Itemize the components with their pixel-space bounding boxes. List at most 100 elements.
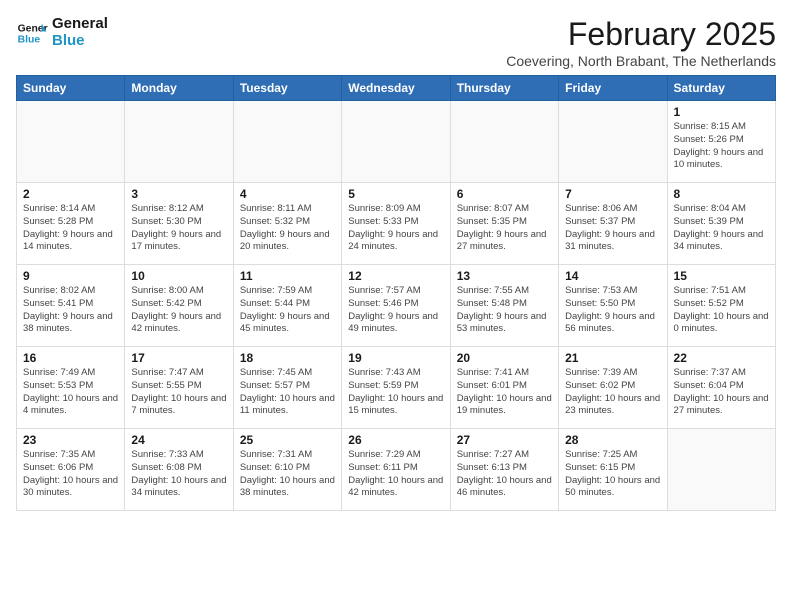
- day-info: Sunrise: 7:47 AM Sunset: 5:55 PM Dayligh…: [131, 367, 226, 418]
- day-cell: 4 Sunrise: 8:11 AM Sunset: 5:32 PM Daylig…: [233, 183, 341, 265]
- day-cell: 7Sunrise: 8:06 AM Sunset: 5:37 PM Daylig…: [559, 183, 667, 265]
- logo-line1: General: [52, 16, 108, 33]
- week-row-4: 16 Sunrise: 7:49 AM Sunset: 5:53 PM Dayli…: [17, 347, 776, 429]
- day-info: Sunrise: 7:37 AM Sunset: 6:04 PM Dayligh…: [674, 367, 769, 418]
- day-cell: [667, 429, 775, 511]
- day-info: Sunrise: 7:49 AM Sunset: 5:53 PM Dayligh…: [23, 367, 118, 418]
- day-info: Sunrise: 8:06 AM Sunset: 5:37 PM Dayligh…: [565, 203, 660, 254]
- day-cell: [342, 101, 450, 183]
- weekday-header-wednesday: Wednesday: [342, 76, 450, 101]
- weekday-header-tuesday: Tuesday: [233, 76, 341, 101]
- day-cell: 15Sunrise: 7:51 AM Sunset: 5:52 PM Dayli…: [667, 265, 775, 347]
- day-cell: 25 Sunrise: 7:31 AM Sunset: 6:10 PM Dayli…: [233, 429, 341, 511]
- day-info: Sunrise: 7:31 AM Sunset: 6:10 PM Dayligh…: [240, 449, 335, 500]
- day-cell: 20Sunrise: 7:41 AM Sunset: 6:01 PM Dayli…: [450, 347, 558, 429]
- day-number: 17: [131, 351, 226, 365]
- day-cell: 5 Sunrise: 8:09 AM Sunset: 5:33 PM Daylig…: [342, 183, 450, 265]
- day-info: Sunrise: 7:29 AM Sunset: 6:11 PM Dayligh…: [348, 449, 443, 500]
- day-info: Sunrise: 8:11 AM Sunset: 5:32 PM Dayligh…: [240, 203, 335, 254]
- day-info: Sunrise: 7:53 AM Sunset: 5:50 PM Dayligh…: [565, 285, 660, 336]
- day-info: Sunrise: 8:04 AM Sunset: 5:39 PM Dayligh…: [674, 203, 769, 254]
- day-cell: [233, 101, 341, 183]
- day-info: Sunrise: 7:45 AM Sunset: 5:57 PM Dayligh…: [240, 367, 335, 418]
- day-cell: 6Sunrise: 8:07 AM Sunset: 5:35 PM Daylig…: [450, 183, 558, 265]
- day-info: Sunrise: 8:12 AM Sunset: 5:30 PM Dayligh…: [131, 203, 226, 254]
- day-cell: [17, 101, 125, 183]
- day-cell: 23 Sunrise: 7:35 AM Sunset: 6:06 PM Dayli…: [17, 429, 125, 511]
- day-cell: 17 Sunrise: 7:47 AM Sunset: 5:55 PM Dayli…: [125, 347, 233, 429]
- day-cell: 2Sunrise: 8:14 AM Sunset: 5:28 PM Daylig…: [17, 183, 125, 265]
- day-cell: 28 Sunrise: 7:25 AM Sunset: 6:15 PM Dayli…: [559, 429, 667, 511]
- day-number: 22: [674, 351, 769, 365]
- day-cell: 27Sunrise: 7:27 AM Sunset: 6:13 PM Dayli…: [450, 429, 558, 511]
- weekday-header-sunday: Sunday: [17, 76, 125, 101]
- day-number: 28: [565, 433, 660, 447]
- svg-text:Blue: Blue: [18, 34, 41, 45]
- day-number: 4: [240, 187, 335, 201]
- weekday-header-thursday: Thursday: [450, 76, 558, 101]
- day-info: Sunrise: 8:00 AM Sunset: 5:42 PM Dayligh…: [131, 285, 226, 336]
- day-number: 3: [131, 187, 226, 201]
- day-number: 11: [240, 269, 335, 283]
- day-cell: 11 Sunrise: 7:59 AM Sunset: 5:44 PM Dayli…: [233, 265, 341, 347]
- day-info: Sunrise: 7:57 AM Sunset: 5:46 PM Dayligh…: [348, 285, 443, 336]
- day-cell: 13Sunrise: 7:55 AM Sunset: 5:48 PM Dayli…: [450, 265, 558, 347]
- page-subtitle: Coevering, North Brabant, The Netherland…: [506, 53, 776, 69]
- weekday-header-friday: Friday: [559, 76, 667, 101]
- day-info: Sunrise: 7:25 AM Sunset: 6:15 PM Dayligh…: [565, 449, 660, 500]
- day-number: 12: [348, 269, 443, 283]
- day-cell: [559, 101, 667, 183]
- day-cell: 22 Sunrise: 7:37 AM Sunset: 6:04 PM Dayli…: [667, 347, 775, 429]
- day-number: 5: [348, 187, 443, 201]
- day-info: Sunrise: 7:33 AM Sunset: 6:08 PM Dayligh…: [131, 449, 226, 500]
- day-info: Sunrise: 7:27 AM Sunset: 6:13 PM Dayligh…: [457, 449, 552, 500]
- day-cell: [125, 101, 233, 183]
- day-number: 24: [131, 433, 226, 447]
- day-info: Sunrise: 8:07 AM Sunset: 5:35 PM Dayligh…: [457, 203, 552, 254]
- day-number: 26: [348, 433, 443, 447]
- weekday-header-saturday: Saturday: [667, 76, 775, 101]
- week-row-3: 9Sunrise: 8:02 AM Sunset: 5:41 PM Daylig…: [17, 265, 776, 347]
- day-number: 23: [23, 433, 118, 447]
- day-info: Sunrise: 7:35 AM Sunset: 6:06 PM Dayligh…: [23, 449, 118, 500]
- week-row-5: 23 Sunrise: 7:35 AM Sunset: 6:06 PM Dayli…: [17, 429, 776, 511]
- day-number: 8: [674, 187, 769, 201]
- title-block: February 2025 Coevering, North Brabant, …: [506, 16, 776, 69]
- day-cell: 16 Sunrise: 7:49 AM Sunset: 5:53 PM Dayli…: [17, 347, 125, 429]
- day-number: 18: [240, 351, 335, 365]
- day-cell: 3 Sunrise: 8:12 AM Sunset: 5:30 PM Daylig…: [125, 183, 233, 265]
- day-number: 19: [348, 351, 443, 365]
- week-row-1: 1 Sunrise: 8:15 AM Sunset: 5:26 PM Daylig…: [17, 101, 776, 183]
- day-cell: 21Sunrise: 7:39 AM Sunset: 6:02 PM Dayli…: [559, 347, 667, 429]
- day-number: 25: [240, 433, 335, 447]
- day-cell: 19 Sunrise: 7:43 AM Sunset: 5:59 PM Dayli…: [342, 347, 450, 429]
- weekday-header-row: SundayMondayTuesdayWednesdayThursdayFrid…: [17, 76, 776, 101]
- page-title: February 2025: [506, 16, 776, 53]
- day-cell: 12 Sunrise: 7:57 AM Sunset: 5:46 PM Dayli…: [342, 265, 450, 347]
- header: General Blue General Blue February 2025 …: [16, 16, 776, 69]
- logo-line2: Blue: [52, 33, 108, 50]
- day-info: Sunrise: 8:14 AM Sunset: 5:28 PM Dayligh…: [23, 203, 118, 254]
- calendar: SundayMondayTuesdayWednesdayThursdayFrid…: [16, 75, 776, 511]
- day-cell: 14 Sunrise: 7:53 AM Sunset: 5:50 PM Dayli…: [559, 265, 667, 347]
- day-number: 21: [565, 351, 660, 365]
- day-info: Sunrise: 8:15 AM Sunset: 5:26 PM Dayligh…: [674, 121, 769, 172]
- day-number: 14: [565, 269, 660, 283]
- day-cell: 9Sunrise: 8:02 AM Sunset: 5:41 PM Daylig…: [17, 265, 125, 347]
- day-number: 1: [674, 105, 769, 119]
- day-number: 16: [23, 351, 118, 365]
- day-cell: 8 Sunrise: 8:04 AM Sunset: 5:39 PM Daylig…: [667, 183, 775, 265]
- day-info: Sunrise: 7:43 AM Sunset: 5:59 PM Dayligh…: [348, 367, 443, 418]
- day-cell: 24 Sunrise: 7:33 AM Sunset: 6:08 PM Dayli…: [125, 429, 233, 511]
- week-row-2: 2Sunrise: 8:14 AM Sunset: 5:28 PM Daylig…: [17, 183, 776, 265]
- day-info: Sunrise: 7:59 AM Sunset: 5:44 PM Dayligh…: [240, 285, 335, 336]
- day-number: 10: [131, 269, 226, 283]
- day-cell: 1 Sunrise: 8:15 AM Sunset: 5:26 PM Daylig…: [667, 101, 775, 183]
- day-info: Sunrise: 7:55 AM Sunset: 5:48 PM Dayligh…: [457, 285, 552, 336]
- day-number: 15: [674, 269, 769, 283]
- day-number: 9: [23, 269, 118, 283]
- day-cell: 10 Sunrise: 8:00 AM Sunset: 5:42 PM Dayli…: [125, 265, 233, 347]
- day-info: Sunrise: 8:09 AM Sunset: 5:33 PM Dayligh…: [348, 203, 443, 254]
- day-number: 20: [457, 351, 552, 365]
- weekday-header-monday: Monday: [125, 76, 233, 101]
